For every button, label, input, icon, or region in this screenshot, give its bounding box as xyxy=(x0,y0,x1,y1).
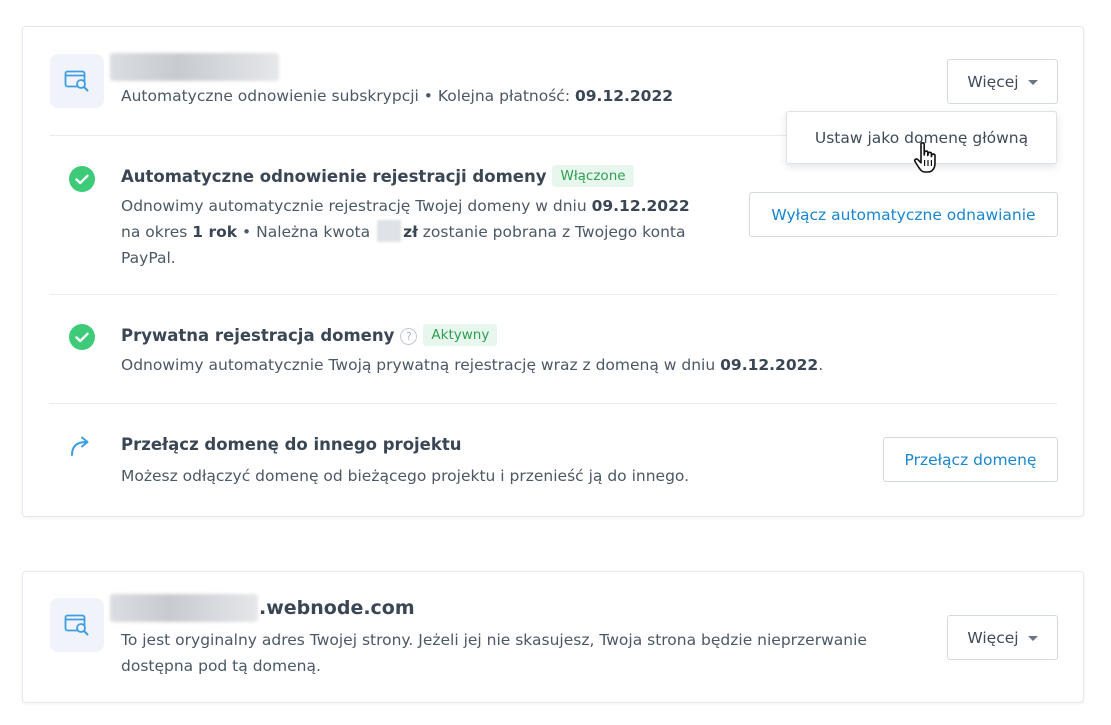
caret-down-icon xyxy=(1027,636,1038,641)
status-badge-enabled: Włączone xyxy=(552,165,634,187)
more-button[interactable]: Więcej xyxy=(947,59,1058,104)
check-circle-icon xyxy=(69,166,95,192)
auto-renewal-title: Automatyczne odnowienie rejestracji dome… xyxy=(121,165,634,187)
status-badge-active: Aktywny xyxy=(423,324,498,346)
webnode-domain-card: .webnode.com To jest oryginalny adres Tw… xyxy=(22,571,1084,703)
private-registration-title: Prywatna rejestracja domeny? Aktywny xyxy=(121,324,498,346)
private-registration-description: Odnowimy automatycznie Twoją prywatną re… xyxy=(121,356,824,374)
switch-domain-button[interactable]: Przełącz domenę xyxy=(883,437,1058,482)
redacted-amount xyxy=(377,220,402,242)
switch-domain-label: Przełącz domenę xyxy=(904,450,1037,469)
more-button-label: Więcej xyxy=(967,72,1019,91)
arrow-redirect-icon xyxy=(69,435,93,461)
switch-project-description: Możesz odłączyć domenę od bieżącego proj… xyxy=(121,467,690,485)
more-button-label: Więcej xyxy=(967,628,1019,647)
check-circle-icon xyxy=(69,324,95,350)
redacted-subdomain xyxy=(110,594,258,622)
divider xyxy=(49,403,1057,404)
caret-down-icon xyxy=(1027,80,1038,85)
auto-renewal-description: Odnowimy automatycznie rejestrację Twoje… xyxy=(121,197,690,267)
switch-project-title: Przełącz domenę do innego projektu xyxy=(121,435,462,454)
domain-card: Automatyczne odnowienie subskrypcji • Ko… xyxy=(22,26,1084,517)
redacted-domain-name xyxy=(110,53,279,81)
domain-icon xyxy=(50,54,104,108)
help-icon[interactable]: ? xyxy=(400,328,418,345)
divider xyxy=(49,294,1057,295)
more-button[interactable]: Więcej xyxy=(947,615,1058,660)
disable-auto-renewal-label: Wyłącz automatyczne odnawianie xyxy=(771,205,1036,224)
hand-pointer-icon xyxy=(912,141,944,181)
disable-auto-renewal-button[interactable]: Wyłącz automatyczne odnawianie xyxy=(749,192,1058,237)
domain-icon xyxy=(50,598,104,652)
webnode-description: To jest oryginalny adres Twojej strony. … xyxy=(121,631,867,675)
subscription-subtitle: Automatyczne odnowienie subskrypcji • Ko… xyxy=(121,87,674,105)
webnode-domain-suffix: .webnode.com xyxy=(259,597,415,619)
